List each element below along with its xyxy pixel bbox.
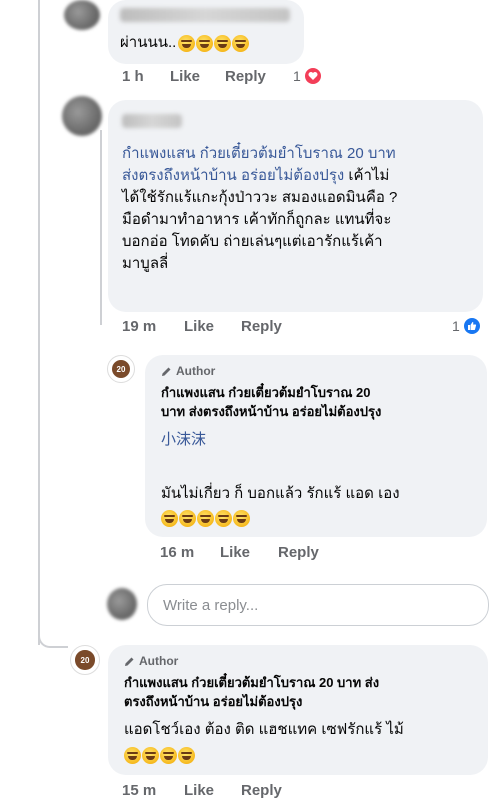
- laughing-emoji-icon: [233, 510, 250, 527]
- reply-placeholder: Write a reply...: [163, 596, 259, 614]
- author-badge: Author: [161, 364, 215, 378]
- comment-text: ผ่านนน..: [120, 34, 177, 51]
- author-name[interactable]: กำแพงแสน ก๋วยเตี๋ยวต้มยำโบราณ 20 บาท ส่ง: [124, 673, 484, 692]
- like-button[interactable]: Like: [184, 782, 214, 799]
- thread-line-reply: [100, 130, 102, 325]
- page-mention-link-cont[interactable]: ส่งตรงถึงหน้าบ้าน อร่อยไม่ต้องปรุง: [122, 167, 344, 184]
- like-button[interactable]: Like: [184, 318, 214, 335]
- reaction-count: 1: [452, 318, 460, 334]
- like-button[interactable]: Like: [170, 68, 200, 85]
- avatar[interactable]: [62, 96, 102, 136]
- comment-text: ได้ใช้รักแร้แกะกุ้งป่าววะ สมองแอดมินคือ …: [122, 189, 398, 206]
- like-label: Like: [184, 782, 215, 799]
- laughing-emoji-icon: [197, 510, 214, 527]
- comment-timestamp[interactable]: 15 m: [122, 782, 156, 799]
- laughing-emoji-icon: [161, 510, 178, 527]
- reply-button[interactable]: Reply: [278, 544, 319, 561]
- comment-text: บอกอ่อ โทดคับ ถ่ายเล่นๆแต่เอารักแร้เค้า: [122, 233, 383, 250]
- comment-text: มาบูลลี่: [122, 255, 169, 272]
- reaction-count: 1: [293, 68, 301, 84]
- pencil-icon: [125, 657, 134, 666]
- reply-input[interactable]: Write a reply...: [147, 584, 489, 626]
- like-button[interactable]: Like: [220, 544, 250, 561]
- laughing-emoji-icon: [160, 747, 177, 764]
- comment-timestamp[interactable]: 16 m: [160, 544, 194, 561]
- reaction-summary[interactable]: 1: [293, 68, 321, 84]
- redacted-author-name: [120, 8, 290, 22]
- laughing-emoji-icon: [142, 747, 159, 764]
- thread-connector: [38, 620, 68, 648]
- avatar[interactable]: [64, 0, 100, 30]
- like-icon: [463, 318, 480, 334]
- comment-bubble: กำแพงแสน ก๋วยเตี๋ยวต้มยำโบราณ 20 บาท ส่ง…: [108, 100, 483, 312]
- reply-label: Reply: [241, 782, 282, 799]
- author-label: Author: [176, 364, 216, 378]
- thread-line: [38, 0, 40, 645]
- author-name-cont[interactable]: บาท ส่งตรงถึงหน้าบ้าน อร่อยไม่ต้องปรุง: [161, 402, 481, 421]
- current-user-avatar[interactable]: [107, 588, 137, 620]
- author-label: Author: [139, 654, 179, 668]
- laughing-emoji-icon: [196, 34, 214, 52]
- reaction-summary[interactable]: 1: [452, 318, 480, 334]
- page-logo: 20: [75, 650, 95, 670]
- laughing-emoji-icon: [215, 510, 232, 527]
- page-mention-link[interactable]: กำแพงแสน ก๋วยเตี๋ยวต้มยำโบราณ 20 บาท: [122, 145, 396, 162]
- comment-text: มือดำมาทำอาหาร เค้าทักก็ถูกละ แทนที่จะ: [122, 211, 392, 228]
- laughing-emoji-icon: [124, 747, 141, 764]
- reply-button[interactable]: Reply: [241, 318, 282, 335]
- reply-button[interactable]: Reply: [241, 782, 282, 799]
- comment-text: แอดโชว์เอง ต้อง ติด แฮชแทค เซฟรักแร้ ไม้: [124, 721, 404, 738]
- reply-label: Reply: [278, 544, 319, 561]
- page-avatar[interactable]: 20: [107, 355, 135, 383]
- comment-bubble: ผ่านนน..: [108, 0, 304, 64]
- comment-text: เค้าไม่: [344, 167, 390, 184]
- pencil-icon: [162, 367, 171, 376]
- like-label: Like: [220, 544, 251, 561]
- like-label: Like: [184, 318, 215, 335]
- emoji-group: [178, 34, 250, 52]
- reply-bubble: Author กำแพงแสน ก๋วยเตี๋ยวต้มยำโบราณ 20 …: [145, 355, 487, 537]
- comment-timestamp[interactable]: 1 h: [122, 68, 144, 85]
- comment-text: มันไม่เกี่ยว ก็ บอกแล้ว รักแร้ แอด เอง: [161, 485, 400, 502]
- laughing-emoji-icon: [178, 34, 196, 52]
- author-badge: Author: [124, 654, 178, 668]
- user-mention-link[interactable]: 小沫沫: [161, 429, 206, 451]
- emoji-group: [124, 747, 195, 764]
- reply-button[interactable]: Reply: [225, 68, 266, 85]
- author-name[interactable]: กำแพงแสน ก๋วยเตี๋ยวต้มยำโบราณ 20: [161, 383, 481, 402]
- emoji-group: [161, 510, 250, 527]
- reply-label: Reply: [241, 318, 282, 335]
- page-avatar[interactable]: 20: [70, 645, 100, 675]
- laughing-emoji-icon: [179, 510, 196, 527]
- comment-timestamp[interactable]: 19 m: [122, 318, 156, 335]
- comment-bubble: Author กำแพงแสน ก๋วยเตี๋ยวต้มยำโบราณ 20 …: [108, 645, 488, 775]
- reply-label: Reply: [225, 68, 266, 85]
- redacted-author-name: [122, 114, 182, 128]
- like-label: Like: [170, 68, 201, 85]
- laughing-emoji-icon: [178, 747, 195, 764]
- laughing-emoji-icon: [232, 34, 250, 52]
- love-icon: [304, 68, 321, 84]
- laughing-emoji-icon: [214, 34, 232, 52]
- page-logo: 20: [111, 359, 131, 379]
- author-name-cont[interactable]: ตรงถึงหน้าบ้าน อร่อยไม่ต้องปรุง: [124, 692, 484, 711]
